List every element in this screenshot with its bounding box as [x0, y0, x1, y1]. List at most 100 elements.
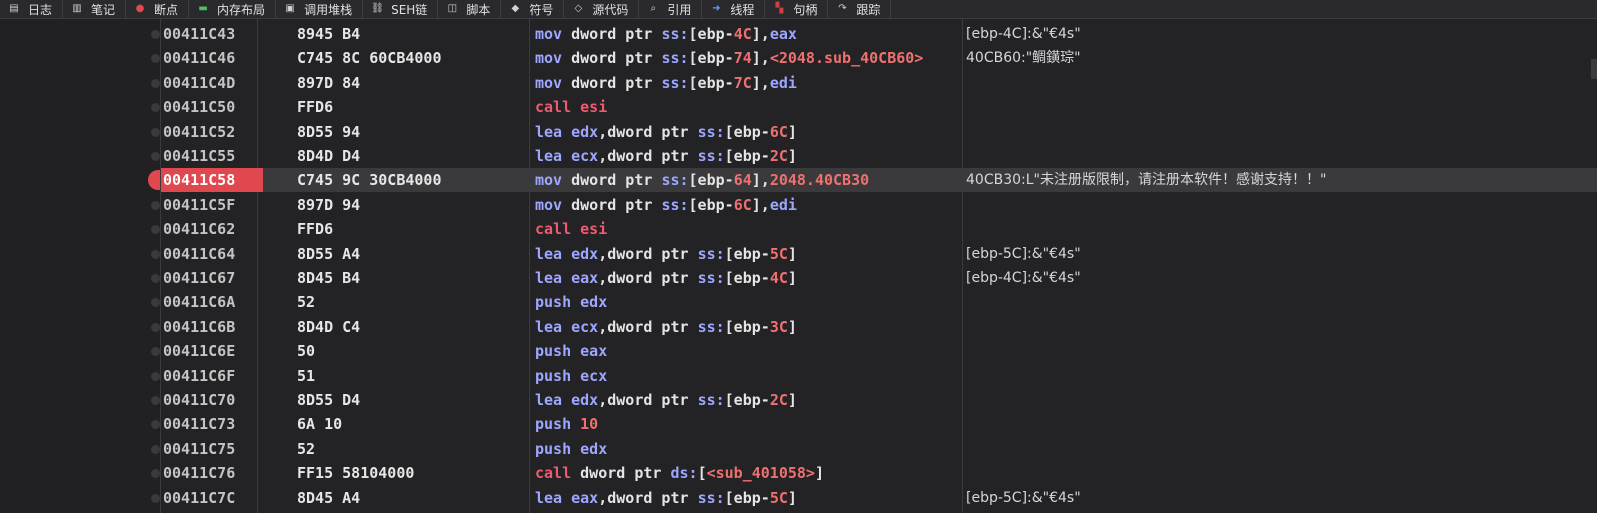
instruction-row[interactable]: 00411C6B 8D4D C4 lea ecx,dword ptr ss:[ebp…: [161, 315, 1597, 339]
operand-text: ]: [814, 464, 824, 483]
breakpoint-slot-icon[interactable]: [151, 152, 160, 161]
instruction-row[interactable]: 00411C62 FFD6 call esi: [161, 217, 1597, 241]
instruction-row[interactable]: 00411C5F 897D 94 mov dword ptr ss:[ebp-6C]…: [161, 193, 1597, 217]
address[interactable]: 00411C6A: [163, 290, 263, 314]
instruction-row[interactable]: 00411C55 8D4D D4 lea ecx,dword ptr ss:[ebp…: [161, 144, 1597, 168]
breakpoint-slot-icon[interactable]: [151, 322, 160, 332]
instruction-row[interactable]: 00411C43 8945 B4 mov dword ptr ss:[ebp-4C]…: [161, 22, 1597, 46]
tab-call-stack[interactable]: ▣ 调用堆栈: [276, 0, 364, 18]
instruction-row[interactable]: 00411C52 8D55 94 lea edx,dword ptr ss:[ebp…: [161, 120, 1597, 144]
tab-symbols[interactable]: ◆ 符号: [501, 0, 565, 18]
branch-gutter[interactable]: [0, 19, 161, 513]
comment[interactable]: [ebp-4C]:&"€4s": [966, 266, 1081, 290]
operand-number: 64: [733, 171, 752, 190]
tab-trace[interactable]: ↷ 跟踪: [828, 0, 892, 18]
instruction-row[interactable]: 00411C73 6A 10 push 10: [161, 412, 1597, 436]
operand-text: [ebp-: [688, 49, 734, 68]
trace-icon: ↷: [838, 3, 847, 14]
handles-icon: ▚: [775, 3, 784, 14]
instruction: lea ecx,dword ptr ss:[ebp-3C]: [535, 315, 963, 339]
address[interactable]: 00411C43: [163, 22, 263, 46]
mnemonic-token: ss:: [697, 122, 725, 141]
operand-text: [ebp-: [724, 122, 770, 141]
address[interactable]: 00411C6E: [163, 339, 263, 363]
operand-text: ,dword ptr: [598, 122, 698, 141]
breakpoint-slot-icon[interactable]: [151, 371, 160, 381]
instruction-row[interactable]: 00411C46 C745 8C 60CB4000 mov dword ptr ss…: [161, 46, 1597, 70]
address[interactable]: 00411C67: [163, 266, 263, 290]
instruction-row[interactable]: 00411C76 FF15 58104000 call dword ptr ds:[…: [161, 461, 1597, 485]
instruction-row[interactable]: 00411C6E 50 push eax: [161, 339, 1597, 363]
breakpoint-slot-icon[interactable]: [151, 274, 160, 283]
tab-breakpoint[interactable]: ● 断点: [126, 0, 190, 18]
mnemonic-token: ecx: [571, 317, 599, 336]
instruction: lea edx,dword ptr ss:[ebp-5C]: [535, 242, 963, 266]
breakpoint-slot-icon[interactable]: [151, 30, 160, 39]
comment[interactable]: 40CB60:"鲷鐄琮": [966, 46, 1081, 70]
tab-source[interactable]: ◇ 源代码: [564, 0, 640, 18]
instruction-row[interactable]: 00411C7C 8D45 A4 lea eax,dword ptr ss:[ebp…: [161, 486, 1597, 510]
breakpoint-slot-icon[interactable]: [151, 103, 160, 113]
breakpoint-slot-icon[interactable]: [151, 469, 160, 479]
address[interactable]: 00411C58: [161, 168, 263, 193]
instruction-row[interactable]: 00411C6A 52 push edx: [161, 290, 1597, 314]
breakpoint-slot-icon[interactable]: [151, 298, 160, 308]
breakpoint-slot-icon[interactable]: [151, 249, 160, 259]
breakpoint-slot-icon[interactable]: [151, 127, 160, 137]
tab-references[interactable]: ⌕ 引用: [639, 0, 703, 18]
disassembly-view[interactable]: 00411C43 8945 B4 mov dword ptr ss:[ebp-4C]…: [161, 19, 1597, 513]
address[interactable]: 00411C73: [163, 412, 263, 436]
address[interactable]: 00411C5F: [163, 193, 263, 217]
address[interactable]: 00411C6B: [163, 315, 263, 339]
instruction: call esi: [535, 217, 963, 241]
tab-handles[interactable]: ▚ 句柄: [765, 0, 829, 18]
breakpoint-slot-icon[interactable]: [151, 54, 160, 64]
mnemonic-token: ss:: [697, 147, 725, 165]
opcode-bytes: 8D4D D4: [297, 147, 361, 165]
address[interactable]: 00411C7C: [163, 486, 263, 510]
tab-notes[interactable]: ▥ 笔记: [63, 0, 127, 18]
breakpoint-slot-icon[interactable]: [151, 225, 160, 235]
tab-threads[interactable]: ➜ 线程: [702, 0, 766, 18]
comment[interactable]: 40CB30:L"未注册版限制，请注册本软件！感谢支持！！": [966, 168, 1326, 192]
breakpoint-slot-icon[interactable]: [151, 444, 160, 454]
instruction-row[interactable]: 00411C64 8D55 A4 lea edx,dword ptr ss:[ebp…: [161, 242, 1597, 266]
tab-memory-map[interactable]: ▬ 内存布局: [189, 0, 277, 18]
breakpoint-slot-icon[interactable]: [151, 493, 160, 503]
instruction-row[interactable]: 00411C67 8D45 B4 lea eax,dword ptr ss:[ebp…: [161, 266, 1597, 290]
comment[interactable]: [ebp-4C]:&"€4s": [966, 22, 1081, 46]
operand-text: dword ptr: [562, 25, 662, 43]
address[interactable]: 00411C46: [163, 46, 263, 70]
address[interactable]: 00411C70: [163, 388, 263, 412]
tab-script[interactable]: ◫ 脚本: [438, 0, 502, 18]
selected-instruction-row[interactable]: 00411C58 C745 9C 30CB4000 mov dword ptr ss…: [161, 168, 1597, 193]
breakpoint-slot-icon[interactable]: [151, 420, 160, 430]
breakpoint-slot-icon[interactable]: [151, 200, 160, 210]
breakpoint-slot-icon[interactable]: [151, 78, 160, 88]
address[interactable]: 00411C75: [163, 437, 263, 461]
operand-text: [ebp-: [724, 269, 770, 287]
address[interactable]: 00411C50: [163, 95, 263, 119]
instruction-row[interactable]: 00411C70 8D55 D4 lea edx,dword ptr ss:[ebp…: [161, 388, 1597, 412]
instruction-row[interactable]: 00411C6F 51 push ecx: [161, 364, 1597, 388]
comment[interactable]: [ebp-5C]:&"€4s": [966, 486, 1081, 510]
mnemonic-token: edx: [580, 439, 608, 458]
address[interactable]: 00411C62: [163, 217, 263, 241]
tab-log[interactable]: ▤ 日志: [0, 0, 64, 18]
instruction-row[interactable]: 00411C75 52 push edx: [161, 437, 1597, 461]
operand-text: [562, 123, 571, 141]
breakpoint-slot-icon[interactable]: [151, 347, 160, 357]
breakpoint-slot-icon[interactable]: [151, 396, 160, 405]
operand-text: [571, 415, 580, 433]
address[interactable]: 00411C4D: [163, 71, 263, 95]
address[interactable]: 00411C64: [163, 242, 263, 266]
tab-seh[interactable]: ⛓ SEH链: [363, 0, 439, 18]
address[interactable]: 00411C76: [163, 461, 263, 485]
comment[interactable]: [ebp-5C]:&"€4s": [966, 242, 1081, 266]
breakpoint-marker-icon[interactable]: [148, 170, 160, 191]
address[interactable]: 00411C55: [163, 144, 263, 168]
address[interactable]: 00411C6F: [163, 364, 263, 388]
address[interactable]: 00411C52: [163, 120, 263, 144]
instruction-row[interactable]: 00411C4D 897D 84 mov dword ptr ss:[ebp-7C]…: [161, 71, 1597, 95]
instruction-row[interactable]: 00411C50 FFD6 call esi: [161, 95, 1597, 119]
